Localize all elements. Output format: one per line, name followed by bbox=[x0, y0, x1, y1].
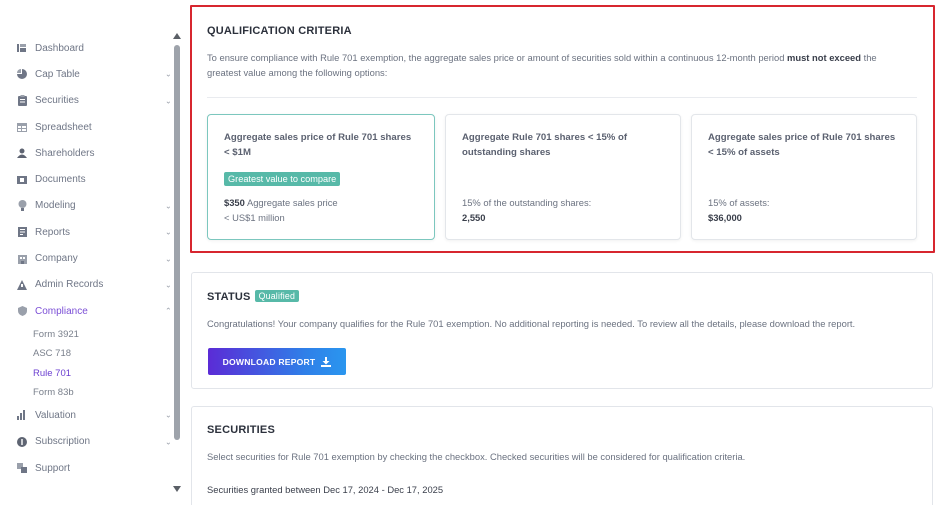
qualification-desc-pre: To ensure compliance with Rule 701 exemp… bbox=[207, 52, 788, 63]
chevron-down-icon: ⌄ bbox=[165, 227, 172, 237]
sidebar-item-valuation[interactable]: Valuation ⌄ bbox=[0, 402, 180, 428]
sidebar-item-label: Subscription bbox=[35, 436, 91, 448]
sidebar-nav: Dashboard Cap Table ⌄ Securities ⌄ Sprea… bbox=[0, 35, 180, 481]
shield-icon bbox=[17, 306, 27, 317]
securities-title: SECURITIES bbox=[207, 424, 276, 436]
sidebar-subitem-asc-718[interactable]: ASC 718 bbox=[0, 344, 180, 364]
option-card-outstanding-shares[interactable]: Aggregate Rule 701 shares < 15% of outst… bbox=[445, 114, 681, 240]
sidebar-item-label: Modeling bbox=[35, 200, 76, 212]
sidebar-item-label: Documents bbox=[35, 174, 86, 186]
chevron-down-icon: ⌄ bbox=[165, 280, 172, 290]
chevron-down-icon: ⌄ bbox=[165, 410, 172, 420]
chevron-down-icon: ⌄ bbox=[165, 437, 172, 447]
qualification-title: QUALIFICATION CRITERIA bbox=[207, 25, 352, 37]
dollar-icon bbox=[17, 436, 27, 447]
download-report-label: DOWNLOAD REPORT bbox=[222, 356, 316, 367]
sidebar-item-label: Cap Table bbox=[35, 68, 80, 80]
download-icon bbox=[321, 356, 332, 367]
dashboard-icon bbox=[17, 43, 27, 53]
option-card-assets[interactable]: Aggregate sales price of Rule 701 shares… bbox=[691, 114, 917, 240]
sidebar-item-label: Company bbox=[35, 253, 78, 265]
option-title: Aggregate sales price of Rule 701 shares… bbox=[224, 132, 412, 158]
sidebar-item-label: Support bbox=[35, 462, 71, 474]
securities-date-range: Securities granted between Dec 17, 2024 … bbox=[207, 484, 444, 495]
sidebar-subitem-rule-701[interactable]: Rule 701 bbox=[0, 363, 180, 383]
status-message: Congratulations! Your company qualifies … bbox=[207, 318, 856, 329]
greatest-value-badge: Greatest value to compare bbox=[224, 172, 341, 186]
sidebar-item-documents[interactable]: Documents bbox=[0, 166, 180, 192]
sidebar-item-securities[interactable]: Securities ⌄ bbox=[0, 88, 180, 114]
bulb-icon bbox=[17, 200, 27, 212]
sidebar-subitem-form-3921[interactable]: Form 3921 bbox=[0, 324, 180, 344]
clipboard-icon bbox=[17, 95, 27, 107]
sidebar-item-compliance[interactable]: Compliance ⌃ bbox=[0, 298, 180, 324]
valuation-icon bbox=[17, 410, 27, 421]
sidebar-item-shareholders[interactable]: Shareholders bbox=[0, 140, 180, 166]
status-card: STATUS Qualified Congratulations! Your co… bbox=[191, 272, 933, 389]
sidebar-item-label: Valuation bbox=[35, 409, 76, 421]
chevron-down-icon: ⌄ bbox=[165, 69, 172, 79]
option-title: Aggregate Rule 701 shares < 15% of outst… bbox=[462, 132, 628, 158]
building-icon bbox=[17, 254, 27, 264]
chevron-up-icon: ⌃ bbox=[165, 306, 172, 316]
scrollbar-thumb[interactable] bbox=[174, 45, 180, 440]
sidebar-item-reports[interactable]: Reports ⌄ bbox=[0, 219, 180, 245]
sidebar-item-support[interactable]: Support bbox=[0, 455, 180, 481]
sidebar-item-label: Spreadsheet bbox=[35, 121, 92, 133]
scroll-down-arrow[interactable] bbox=[173, 486, 181, 492]
sidebar-subitem-form-83b[interactable]: Form 83b bbox=[0, 383, 180, 403]
sidebar-item-label: Shareholders bbox=[35, 147, 95, 159]
table-icon bbox=[17, 122, 27, 132]
records-icon bbox=[17, 279, 27, 290]
option-card-sales-price[interactable]: Aggregate sales price of Rule 701 shares… bbox=[207, 114, 435, 240]
status-title: STATUS bbox=[207, 291, 251, 303]
download-report-button[interactable]: DOWNLOAD REPORT bbox=[208, 348, 346, 375]
sidebar-item-label: Reports bbox=[35, 226, 71, 238]
sidebar: Dashboard Cap Table ⌄ Securities ⌄ Sprea… bbox=[0, 0, 186, 505]
qualification-desc-bold: must not exceed bbox=[787, 52, 861, 63]
status-badge: Qualified bbox=[254, 290, 300, 302]
option-title: Aggregate sales price of Rule 701 shares… bbox=[708, 132, 896, 158]
sidebar-item-modeling[interactable]: Modeling ⌄ bbox=[0, 193, 180, 219]
securities-description: Select securities for Rule 701 exemption… bbox=[207, 451, 746, 462]
option-value: $350 Aggregate sales price bbox=[224, 195, 338, 210]
status-heading: STATUS Qualified bbox=[207, 290, 300, 303]
user-icon bbox=[17, 148, 27, 159]
qualification-criteria-card: QUALIFICATION CRITERIA To ensure complia… bbox=[190, 5, 935, 253]
divider bbox=[207, 97, 917, 98]
sidebar-item-cap-table[interactable]: Cap Table ⌄ bbox=[0, 61, 180, 87]
sidebar-item-dashboard[interactable]: Dashboard bbox=[0, 35, 180, 61]
report-icon bbox=[17, 227, 27, 238]
option-value: 2,550 bbox=[462, 212, 486, 223]
sidebar-item-label: Securities bbox=[35, 95, 79, 107]
sidebar-item-spreadsheet[interactable]: Spreadsheet bbox=[0, 114, 180, 140]
option-value-line2: < US$1 million bbox=[224, 212, 285, 223]
sidebar-item-subscription[interactable]: Subscription ⌄ bbox=[0, 429, 180, 455]
pie-chart-icon bbox=[17, 69, 27, 80]
securities-card: SECURITIES Select securities for Rule 70… bbox=[191, 406, 933, 505]
sidebar-item-company[interactable]: Company ⌄ bbox=[0, 245, 180, 271]
option-value-label: 15% of the outstanding shares: bbox=[462, 197, 592, 208]
option-value-text: Aggregate sales price bbox=[244, 197, 338, 208]
option-value: $36,000 bbox=[708, 212, 742, 223]
scroll-up-arrow[interactable] bbox=[173, 33, 181, 39]
sidebar-item-label: Admin Records bbox=[35, 279, 104, 291]
chevron-down-icon: ⌄ bbox=[165, 254, 172, 264]
sidebar-item-label: Dashboard bbox=[35, 42, 84, 54]
sidebar-item-admin-records[interactable]: Admin Records ⌄ bbox=[0, 272, 180, 298]
chevron-down-icon: ⌄ bbox=[165, 96, 172, 106]
folder-icon bbox=[17, 175, 27, 185]
option-value-label: 15% of assets: bbox=[708, 197, 770, 208]
qualification-description: To ensure compliance with Rule 701 exemp… bbox=[207, 50, 907, 80]
option-value-amount: $350 bbox=[224, 197, 245, 208]
chevron-down-icon: ⌄ bbox=[165, 201, 172, 211]
support-icon bbox=[17, 463, 27, 473]
sidebar-item-label: Compliance bbox=[35, 305, 88, 317]
